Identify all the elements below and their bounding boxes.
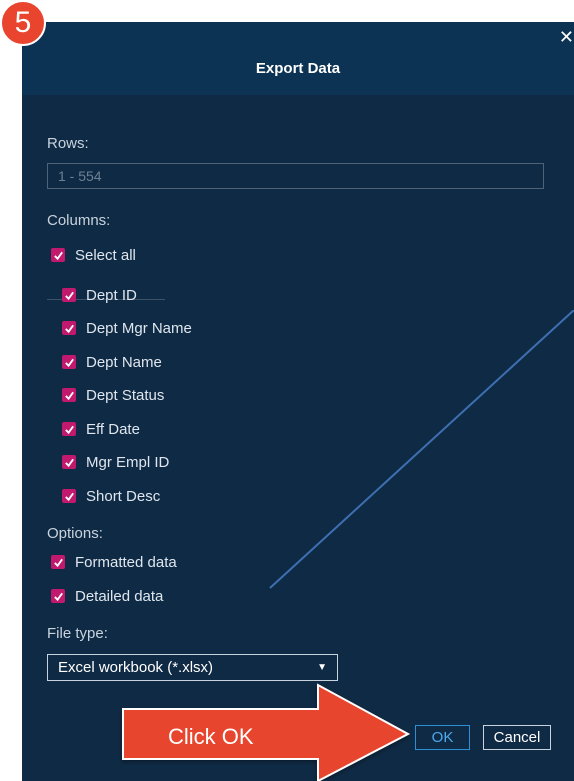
column-label: Short Desc [86, 487, 161, 505]
column-checkbox[interactable]: Eff Date [62, 419, 140, 439]
column-label: Mgr Empl ID [86, 453, 170, 471]
option-label: Formatted data [75, 553, 177, 571]
options-label: Options: [47, 525, 103, 542]
select-all-checkbox[interactable]: Select all [51, 245, 136, 265]
detailed-data-checkbox[interactable]: Detailed data [51, 586, 163, 606]
column-checkbox[interactable]: Dept Status [62, 385, 164, 405]
callout-text: Click OK [168, 724, 254, 749]
column-label: Dept Mgr Name [86, 319, 192, 337]
callout-arrow-icon [122, 683, 411, 781]
column-label: Eff Date [86, 420, 140, 438]
step-badge: 5 [0, 0, 46, 46]
rows-input[interactable]: 1 - 554 [47, 163, 544, 189]
column-checkbox[interactable]: Mgr Empl ID [62, 452, 169, 472]
annotation-line [269, 310, 574, 589]
column-label: Dept ID [86, 286, 137, 304]
checkbox-checked-icon [62, 388, 76, 402]
ok-button[interactable]: OK [415, 725, 470, 750]
caret-down-icon: ▼ [317, 662, 327, 673]
file-type-value: Excel workbook (*.xlsx) [58, 659, 214, 676]
column-checkbox[interactable]: Short Desc [62, 486, 160, 506]
file-type-select[interactable]: Excel workbook (*.xlsx) ▼ [47, 654, 338, 681]
column-checkbox[interactable]: Dept Mgr Name [62, 318, 192, 338]
column-checkbox[interactable]: Dept ID [62, 285, 137, 305]
column-checkbox[interactable]: Dept Name [62, 352, 162, 372]
checkbox-checked-icon [62, 489, 76, 503]
option-label: Detailed data [75, 587, 164, 605]
columns-label: Columns: [47, 212, 111, 229]
close-icon[interactable]: ✕ [556, 27, 574, 47]
dialog-title: Export Data [255, 60, 341, 77]
file-type-label: File type: [47, 625, 108, 642]
select-all-label: Select all [75, 246, 136, 264]
formatted-data-checkbox[interactable]: Formatted data [51, 552, 177, 572]
checkbox-checked-icon [62, 355, 76, 369]
checkbox-checked-icon [62, 455, 76, 469]
checkbox-checked-icon [51, 248, 65, 262]
checkbox-checked-icon [62, 422, 76, 436]
rows-label: Rows: [47, 135, 89, 152]
cancel-button[interactable]: Cancel [483, 725, 551, 750]
checkbox-checked-icon [62, 288, 76, 302]
column-label: Dept Name [86, 353, 162, 371]
checkbox-checked-icon [51, 589, 65, 603]
column-label: Dept Status [86, 386, 165, 404]
dialog-titlebar: Export Data ✕ [22, 22, 574, 95]
checkbox-checked-icon [51, 555, 65, 569]
checkbox-checked-icon [62, 321, 76, 335]
